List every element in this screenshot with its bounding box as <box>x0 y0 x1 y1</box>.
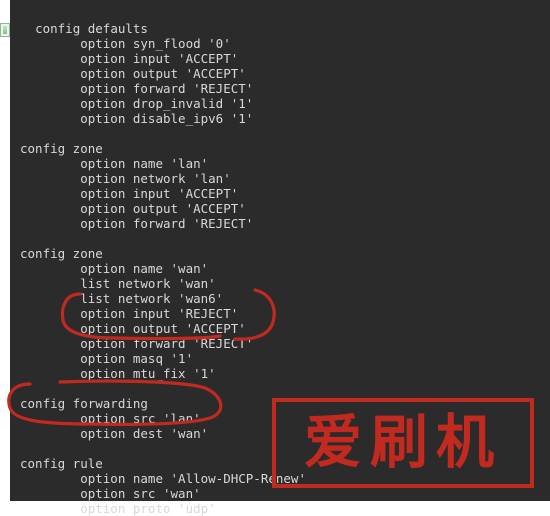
terminal-config-view: config defaults option syn_flood '0' opt… <box>10 0 550 501</box>
left-edge-icon <box>0 23 10 37</box>
config-text: config defaults option syn_flood '0' opt… <box>20 21 306 516</box>
